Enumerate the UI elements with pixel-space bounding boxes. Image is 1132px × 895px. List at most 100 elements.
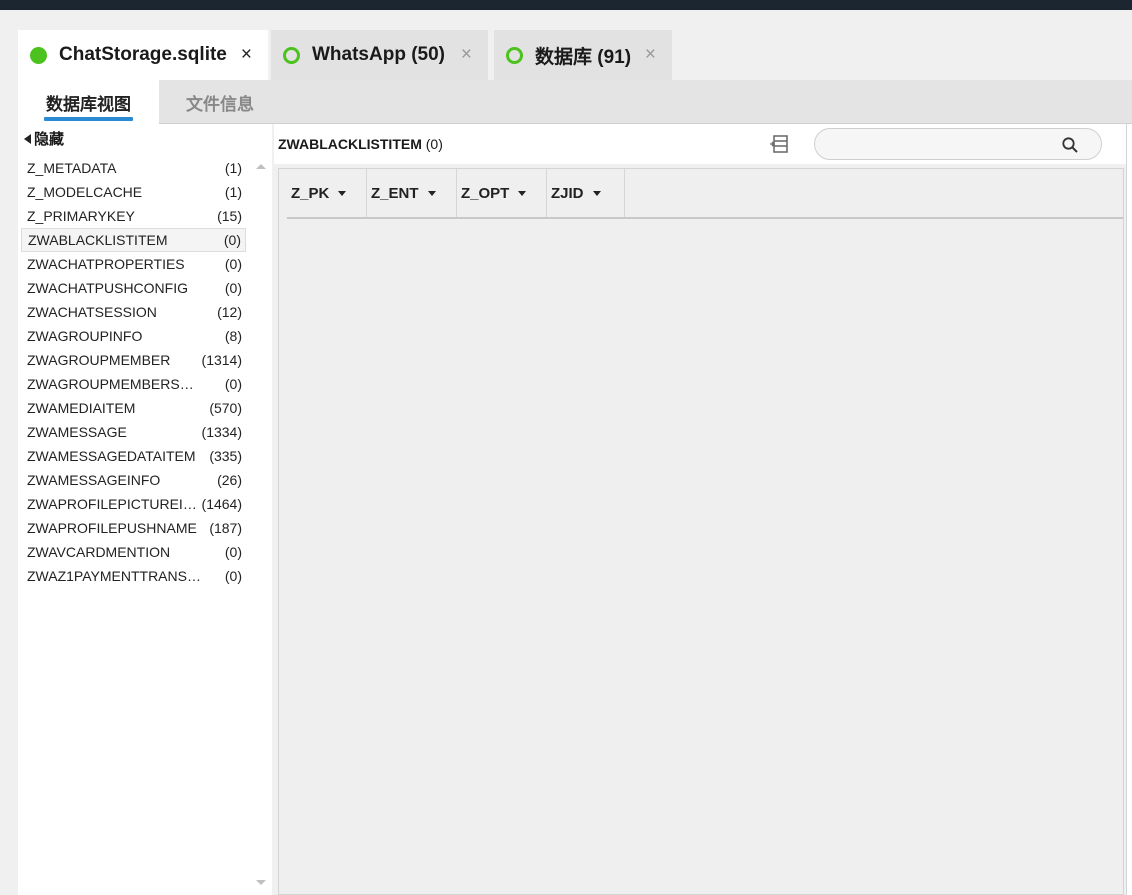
column-header[interactable]: Z_PK (287, 169, 367, 217)
table-name: ZWAGROUPMEMBER (27, 352, 171, 368)
table-list-item[interactable]: ZWAGROUPINFO (8) (21, 324, 246, 348)
table-name: ZWABLACKLISTITEM (28, 232, 168, 248)
table-row-count: (0) (224, 568, 242, 584)
table-name: Z_METADATA (27, 160, 117, 176)
table-row-count: (0) (224, 256, 242, 272)
file-tab-label: 数据库 (91) (535, 46, 632, 68)
table-list-item[interactable]: ZWAMESSAGE (1334) (21, 420, 246, 444)
active-tab-indicator (44, 117, 133, 121)
table-name: Z_PRIMARYKEY (27, 208, 135, 224)
status-dot-icon (30, 46, 47, 64)
table-name: ZWACHATSESSION (27, 304, 157, 320)
status-dot-icon (506, 46, 523, 64)
table-name: ZWAMESSAGEINFO (27, 472, 161, 488)
table-row-count: (187) (209, 520, 242, 536)
table-list-item[interactable]: ZWACHATPROPERTIES (0) (21, 252, 246, 276)
window-titlebar (0, 0, 1132, 10)
table-row-count: (12) (217, 304, 242, 320)
table-list-item[interactable]: ZWAMEDIAITEM (570) (21, 396, 246, 420)
table-row-count: (1334) (201, 424, 242, 440)
table-name: ZWACHATPROPERTIES (27, 256, 185, 272)
table-row-count: (0) (224, 376, 242, 392)
scroll-down-icon[interactable] (256, 880, 266, 885)
right-panel-edge (1126, 124, 1132, 895)
column-header-row: Z_PK Z_ENT Z_OPT ZJID (287, 169, 1123, 219)
table-list: Z_METADATA (1) Z_MODELCACHE (1) Z_PRIMARYKEY… (21, 156, 246, 588)
sort-caret-icon[interactable] (338, 190, 347, 196)
caret-left-icon (24, 133, 31, 144)
hide-sidebar-button[interactable]: 隐藏 (24, 128, 64, 149)
table-list-item[interactable]: ZWAVCARDMENTION (0) (21, 540, 246, 564)
column-header[interactable]: Z_ENT (367, 169, 457, 217)
table-list-item[interactable]: ZWAZ1PAYMENTTRANSACT... (0) (21, 564, 246, 588)
table-name: ZWAGROUPINFO (27, 328, 143, 344)
table-row-count: (0) (224, 544, 242, 560)
close-icon[interactable]: × (645, 44, 656, 66)
file-tab-chatstorage[interactable]: ChatStorage.sqlite × (18, 30, 268, 80)
table-list-item[interactable]: ZWAGROUPMEMBER (1314) (21, 348, 246, 372)
file-tab-label: ChatStorage.sqlite (59, 44, 227, 65)
tab-label: 文件信息 (186, 94, 254, 114)
column-header-label: Z_PK (291, 184, 330, 202)
table-name: ZWAMESSAGEDATAITEM (27, 448, 196, 464)
current-table-count: (0) (425, 136, 443, 152)
table-list-item[interactable]: Z_PRIMARYKEY (15) (21, 204, 246, 228)
table-header-bar: ZWABLACKLISTITEM (0) (274, 124, 1126, 164)
close-icon[interactable]: × (461, 44, 472, 66)
table-row-count: (1) (224, 160, 242, 176)
search-icon[interactable] (1061, 136, 1079, 154)
hide-sidebar-label: 隐藏 (34, 131, 65, 148)
column-header-label: ZJID (551, 184, 584, 202)
table-name: ZWAMEDIAITEM (27, 400, 136, 416)
table-row-count: (26) (217, 472, 242, 488)
table-name: ZWAGROUPMEMBERSCHA... (27, 376, 202, 392)
current-table-title: ZWABLACKLISTITEM (0) (278, 136, 443, 152)
table-row-count: (1) (224, 184, 242, 200)
table-row-count: (1464) (201, 496, 242, 512)
table-name: Z_MODELCACHE (27, 184, 143, 200)
table-name: ZWACHATPUSHCONFIG (27, 280, 188, 296)
table-list-item[interactable]: Z_METADATA (1) (21, 156, 246, 180)
table-name: ZWAVCARDMENTION (27, 544, 171, 560)
table-name: ZWAMESSAGE (27, 424, 127, 440)
table-list-item[interactable]: Z_MODELCACHE (1) (21, 180, 246, 204)
table-row-count: (0) (223, 232, 241, 248)
column-header[interactable]: Z_OPT (457, 169, 547, 217)
table-name: ZWAZ1PAYMENTTRANSACT... (27, 568, 202, 584)
column-header-label: Z_OPT (461, 184, 510, 202)
scroll-up-icon[interactable] (256, 164, 266, 169)
column-header-label: Z_ENT (371, 184, 419, 202)
table-list-item[interactable]: ZWAPROFILEPICTUREITE... (1464) (21, 492, 246, 516)
table-name: ZWAPROFILEPICTUREITE... (27, 496, 202, 512)
table-list-item[interactable]: ZWACHATSESSION (12) (21, 300, 246, 324)
column-chooser-icon[interactable] (770, 135, 790, 153)
sort-caret-icon[interactable] (592, 190, 601, 196)
table-list-item[interactable]: ZWAPROFILEPUSHNAME (187) (21, 516, 246, 540)
table-name: ZWAPROFILEPUSHNAME (27, 520, 197, 536)
data-grid: Z_PK Z_ENT Z_OPT ZJID (278, 168, 1124, 895)
table-list-item[interactable]: ZWACHATPUSHCONFIG (0) (21, 276, 246, 300)
file-tab-label: WhatsApp (50) (312, 44, 445, 65)
table-row-count: (335) (209, 448, 242, 464)
tab-label: 数据库视图 (46, 94, 131, 114)
tab-file-info[interactable]: 文件信息 (159, 80, 281, 124)
view-tab-bar: 数据库视图 文件信息 (18, 80, 1132, 124)
table-list-item[interactable]: ZWABLACKLISTITEM (0) (21, 228, 246, 252)
table-list-item[interactable]: ZWAMESSAGEDATAITEM (335) (21, 444, 246, 468)
file-tab-whatsapp[interactable]: WhatsApp (50) × (271, 30, 488, 80)
table-row-count: (0) (224, 280, 242, 296)
file-tab-database[interactable]: 数据库 (91) × (494, 30, 672, 80)
table-row-count: (8) (224, 328, 242, 344)
table-row-count: (1314) (201, 352, 242, 368)
sort-caret-icon[interactable] (518, 190, 527, 196)
tab-database-view[interactable]: 数据库视图 (18, 80, 159, 124)
table-list-item[interactable]: ZWAMESSAGEINFO (26) (21, 468, 246, 492)
column-header[interactable]: ZJID (547, 169, 625, 217)
sort-caret-icon[interactable] (427, 190, 436, 196)
search-input[interactable] (814, 128, 1102, 160)
close-icon[interactable]: × (241, 44, 252, 66)
status-dot-icon (283, 46, 300, 64)
table-row-count: (15) (217, 208, 242, 224)
table-row-count: (570) (209, 400, 242, 416)
table-list-item[interactable]: ZWAGROUPMEMBERSCHA... (0) (21, 372, 246, 396)
